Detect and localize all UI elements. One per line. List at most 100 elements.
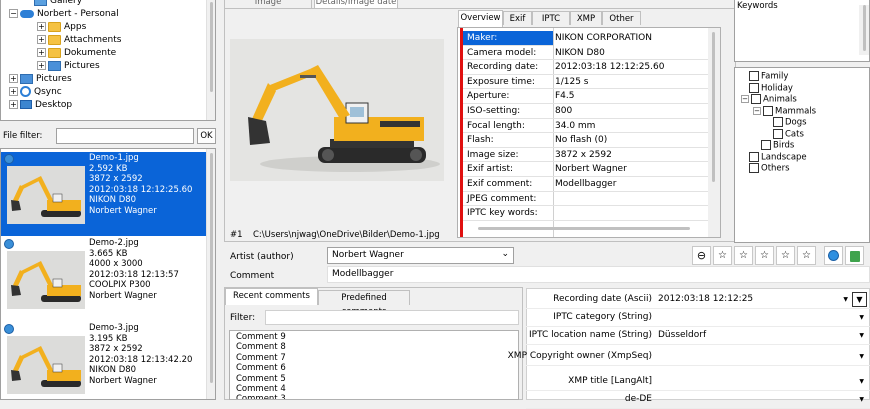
metadata-row[interactable]: Flash: No flash (0) bbox=[463, 133, 708, 148]
rating-star-icon[interactable]: ☆ bbox=[755, 246, 774, 265]
expand-icon[interactable]: + bbox=[37, 61, 46, 70]
tree-scroll-thumb[interactable] bbox=[210, 2, 213, 92]
property-row[interactable]: IPTC location name (String) Düsseldorf ▼ bbox=[526, 327, 870, 345]
keyword-item[interactable]: Cats bbox=[773, 128, 804, 141]
tree-item[interactable]: + Qsync bbox=[9, 86, 62, 99]
tab-meta-exif[interactable]: Exif bbox=[503, 11, 532, 25]
keyword-checkbox[interactable] bbox=[749, 163, 759, 173]
file-filter-ok-button[interactable]: OK bbox=[197, 128, 216, 144]
keyword-checkbox[interactable] bbox=[751, 94, 761, 104]
keyword-checkbox[interactable] bbox=[749, 151, 759, 162]
tab-image[interactable]: Image bbox=[224, 0, 312, 8]
keyword-checkbox[interactable] bbox=[773, 128, 783, 139]
keyword-item[interactable]: Birds bbox=[761, 140, 794, 152]
keyword-checkbox[interactable] bbox=[763, 105, 773, 116]
keyword-item[interactable]: Landscape bbox=[749, 151, 807, 164]
tab-meta-overview[interactable]: Overview bbox=[458, 10, 503, 27]
metadata-row[interactable]: Image size: 3872 x 2592 bbox=[463, 148, 708, 163]
metadata-row[interactable]: Exif artist: Norbert Wagner bbox=[463, 162, 708, 177]
recycle-bin-icon[interactable] bbox=[845, 246, 864, 265]
comment-input[interactable]: Modellbagger bbox=[327, 266, 870, 283]
metadata-grid[interactable]: Maker: NIKON CORPORATION Camera model: NIKO… bbox=[457, 27, 721, 238]
metadata-row[interactable]: Aperture: F4.5 bbox=[463, 89, 708, 104]
tab-meta-xmp[interactable]: XMP bbox=[570, 11, 602, 25]
tree-item[interactable]: + Dokumente bbox=[37, 47, 116, 60]
property-dropdown-icon[interactable]: ▼ bbox=[843, 296, 848, 303]
expand-icon[interactable]: + bbox=[37, 48, 46, 57]
metadata-row[interactable]: Exif comment: Modellbagger bbox=[463, 177, 708, 192]
tree-item[interactable]: Gallery bbox=[23, 0, 82, 8]
file-filter-input[interactable] bbox=[56, 128, 194, 144]
recent-comments-list[interactable]: Comment 9 Comment 8 Comment 7 Comment 6 Comm… bbox=[229, 330, 519, 400]
file-list[interactable]: Demo-1.jpg 2.592 KB 3872 x 2592 2012:03:18 … bbox=[0, 148, 216, 400]
property-row[interactable]: XMP title [LangAlt] ▼ bbox=[526, 373, 870, 391]
rating-clear-button[interactable]: ⊖ bbox=[692, 246, 711, 265]
tab-details[interactable]: Details/Image date bbox=[314, 0, 398, 8]
metadata-hscroll-thumb[interactable] bbox=[478, 227, 690, 230]
property-dropdown-icon[interactable]: ▼ bbox=[859, 378, 864, 385]
property-row[interactable]: XMP Copyright owner (XmpSeq) ▼ bbox=[508, 348, 870, 366]
metadata-row[interactable]: JPEG comment: bbox=[463, 192, 708, 207]
collapse-icon[interactable]: − bbox=[9, 9, 18, 18]
comment-item[interactable]: Comment 8 bbox=[236, 342, 286, 353]
tree-item[interactable]: + Apps bbox=[37, 21, 86, 34]
keyword-item[interactable]: Holiday bbox=[749, 82, 793, 95]
collapse-icon[interactable]: − bbox=[741, 95, 749, 103]
keywords-scrollbar[interactable] bbox=[859, 5, 869, 55]
file-list-item[interactable]: Demo-1.jpg 2.592 KB 3872 x 2592 2012:03:18 … bbox=[1, 152, 207, 236]
rating-star-icon[interactable]: ☆ bbox=[713, 246, 732, 265]
comment-item[interactable]: Comment 7 bbox=[236, 353, 286, 364]
comment-item[interactable]: Comment 4 bbox=[236, 384, 286, 395]
expand-icon[interactable]: + bbox=[9, 74, 18, 83]
tree-item[interactable]: + Desktop bbox=[9, 99, 72, 112]
metadata-row[interactable]: Exposure time: 1/125 s bbox=[463, 75, 708, 90]
keyword-checkbox[interactable] bbox=[773, 117, 783, 127]
property-row[interactable]: de-DE ▼ bbox=[526, 391, 870, 409]
property-row[interactable]: Recording date (Ascii) 2012:03:18 12:12:2… bbox=[526, 291, 870, 309]
tree-item[interactable]: − Norbert - Personal bbox=[9, 8, 119, 21]
metadata-row[interactable]: IPTC key words: bbox=[463, 206, 708, 221]
rating-star-icon[interactable]: ☆ bbox=[734, 246, 753, 265]
property-value[interactable]: 2012:03:18 12:12:25 bbox=[658, 294, 753, 304]
comment-item[interactable]: Comment 3 bbox=[236, 394, 286, 399]
expand-icon[interactable]: + bbox=[37, 35, 46, 44]
file-list-scrollbar[interactable] bbox=[206, 149, 215, 399]
globe-icon[interactable] bbox=[824, 246, 843, 265]
tab-predefined-comments[interactable]: Predefined comments bbox=[318, 290, 410, 317]
keyword-checkbox[interactable] bbox=[749, 71, 759, 81]
keyword-checkbox[interactable] bbox=[749, 82, 759, 93]
tree-item[interactable]: + Pictures bbox=[37, 60, 100, 73]
expand-icon[interactable]: + bbox=[37, 22, 46, 31]
tree-item[interactable]: + Pictures bbox=[9, 73, 72, 86]
keyword-item[interactable]: Dogs bbox=[773, 117, 807, 129]
metadata-row[interactable]: Maker: NIKON CORPORATION bbox=[463, 31, 652, 46]
comment-item[interactable]: Comment 5 bbox=[236, 374, 286, 385]
keyword-item[interactable]: Others bbox=[749, 163, 790, 175]
metadata-scroll-thumb[interactable] bbox=[712, 32, 715, 182]
keyword-checkbox[interactable] bbox=[761, 140, 771, 150]
comments-filter-input[interactable] bbox=[265, 310, 519, 325]
tree-scrollbar[interactable] bbox=[206, 0, 215, 120]
metadata-row[interactable]: ISO-setting: 800 bbox=[463, 104, 708, 119]
tab-meta-iptc[interactable]: IPTC bbox=[532, 11, 570, 25]
keyword-tree[interactable]: Family Holiday − Animals − Mammals Dogs Cats Bir… bbox=[734, 67, 870, 243]
property-dropdown-icon[interactable]: ▼ bbox=[859, 314, 864, 321]
metadata-row[interactable]: Focal length: 34.0 mm bbox=[463, 119, 708, 134]
keyword-item[interactable]: Family bbox=[749, 71, 788, 83]
tab-recent-comments[interactable]: Recent comments bbox=[225, 288, 318, 305]
tree-item[interactable]: + Attachments bbox=[37, 34, 121, 47]
file-list-item[interactable]: Demo-3.jpg 3.195 KB 3872 x 2592 2012:03:18 … bbox=[1, 322, 207, 399]
metadata-row[interactable]: Recording date: 2012:03:18 12:12:25.60 bbox=[463, 60, 708, 75]
property-row[interactable]: IPTC category (String) ▼ bbox=[526, 309, 870, 327]
image-preview[interactable] bbox=[230, 39, 444, 181]
metadata-row[interactable]: Camera model: NIKON D80 bbox=[463, 46, 708, 61]
expand-icon[interactable]: + bbox=[9, 100, 18, 109]
tab-meta-other[interactable]: Other bbox=[602, 11, 641, 25]
collapse-icon[interactable]: − bbox=[753, 106, 761, 115]
keywords-scroll-thumb[interactable] bbox=[863, 5, 866, 51]
comment-item[interactable]: Comment 9 bbox=[236, 332, 286, 343]
file-list-item[interactable]: Demo-2.jpg 3.665 KB 4000 x 3000 2012:03:18 … bbox=[1, 237, 207, 321]
artist-dropdown[interactable]: Norbert Wagner ⌄ bbox=[327, 247, 514, 264]
rating-star-icon[interactable]: ☆ bbox=[776, 246, 795, 265]
property-dropdown-icon[interactable]: ▼ bbox=[859, 332, 864, 339]
